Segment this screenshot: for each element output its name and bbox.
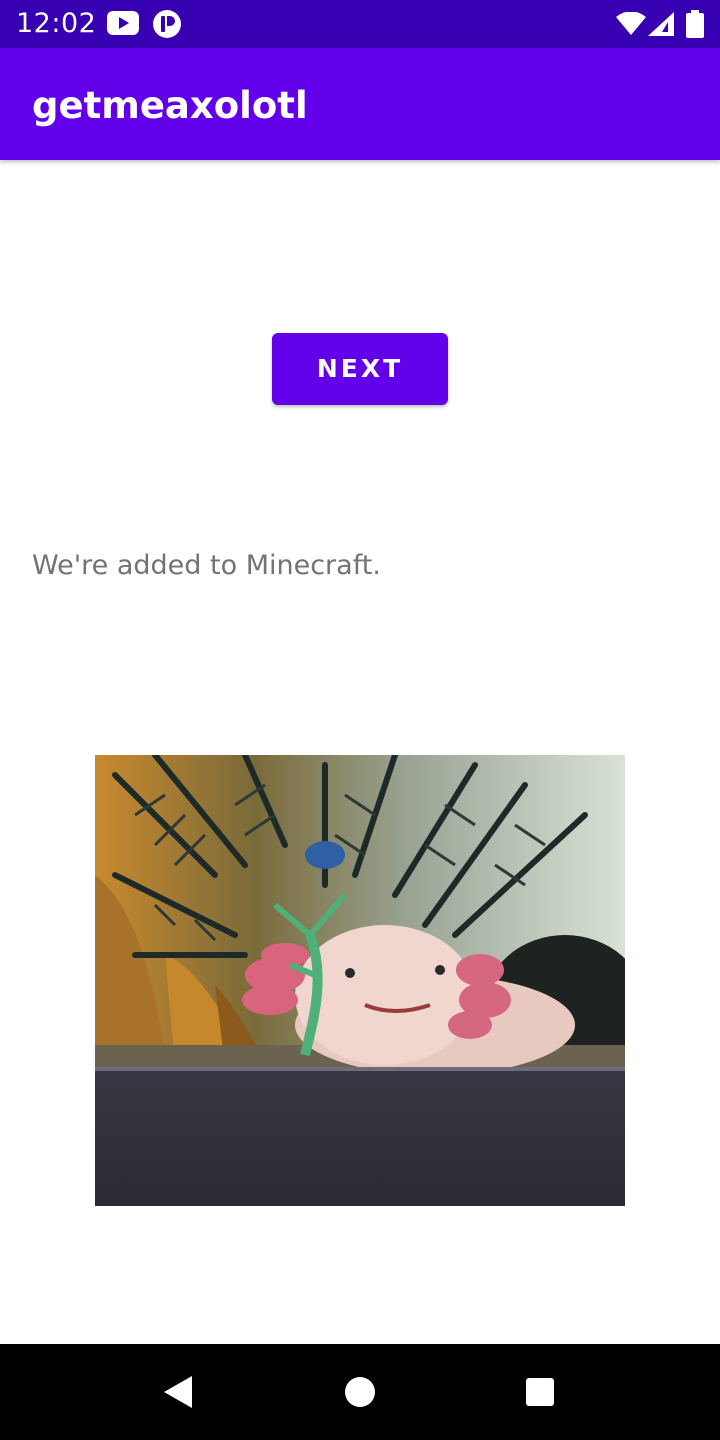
- recents-button[interactable]: [480, 1344, 600, 1440]
- next-button[interactable]: NEXT: [272, 333, 448, 405]
- status-bar: 12:02: [0, 0, 720, 48]
- navigation-bar: [0, 1344, 720, 1440]
- youtube-icon: [107, 11, 139, 40]
- cell-signal-icon: [648, 12, 674, 41]
- status-time: 12:02: [16, 8, 97, 39]
- back-button[interactable]: [120, 1344, 240, 1440]
- app-bar: getmeaxolotl: [0, 48, 720, 160]
- podcast-app-icon: [152, 9, 182, 44]
- home-icon: [345, 1377, 375, 1407]
- home-button[interactable]: [300, 1344, 420, 1440]
- wifi-icon: [616, 11, 646, 41]
- axolotl-photo: [95, 755, 625, 1206]
- app-title: getmeaxolotl: [32, 84, 308, 127]
- app-screen: 12:02 getmeaxolotl NEXT We're added to M…: [0, 0, 720, 1440]
- back-icon: [164, 1376, 192, 1408]
- fact-text: We're added to Minecraft.: [32, 550, 381, 581]
- battery-icon: [686, 10, 704, 43]
- recents-icon: [526, 1378, 554, 1406]
